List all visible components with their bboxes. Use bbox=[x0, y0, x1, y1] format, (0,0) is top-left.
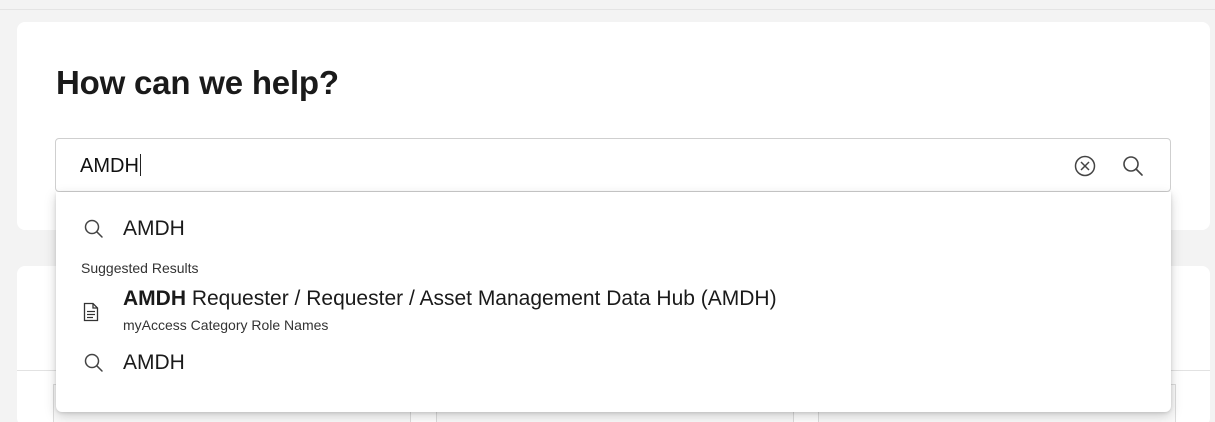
query-suggestion[interactable]: AMDH bbox=[56, 214, 1171, 244]
top-divider bbox=[0, 0, 1215, 10]
search-button[interactable] bbox=[1120, 153, 1146, 179]
search-input-text: AMDH bbox=[80, 155, 139, 177]
clear-search-button[interactable] bbox=[1073, 154, 1097, 178]
search-input[interactable]: AMDH bbox=[55, 138, 1171, 192]
result-title-rest: Requester / Requester / Asset Management… bbox=[186, 287, 777, 310]
search-icon bbox=[1123, 156, 1143, 176]
query-suggestion[interactable]: AMDH bbox=[56, 348, 1171, 378]
search-suggestions-dropdown: AMDH Suggested Results AMDH Requester / … bbox=[56, 192, 1171, 412]
search-icon bbox=[84, 219, 103, 238]
page-title: How can we help? bbox=[56, 64, 339, 101]
suggested-result-item[interactable]: AMDH Requester / Requester / Asset Manag… bbox=[56, 280, 1171, 340]
suggested-results-heading: Suggested Results bbox=[81, 260, 199, 276]
query-suggestion-label: AMDH bbox=[123, 217, 185, 240]
text-caret bbox=[139, 154, 141, 176]
result-subtitle: myAccess Category Role Names bbox=[123, 317, 329, 333]
result-title-match: AMDH bbox=[123, 287, 186, 310]
document-icon bbox=[83, 302, 99, 322]
circle-x-icon bbox=[1074, 155, 1096, 177]
search-input-value[interactable]: AMDH bbox=[80, 154, 141, 178]
query-suggestion-label: AMDH bbox=[123, 351, 185, 374]
search-icon bbox=[84, 353, 103, 372]
result-title: AMDH Requester / Requester / Asset Manag… bbox=[123, 287, 777, 311]
